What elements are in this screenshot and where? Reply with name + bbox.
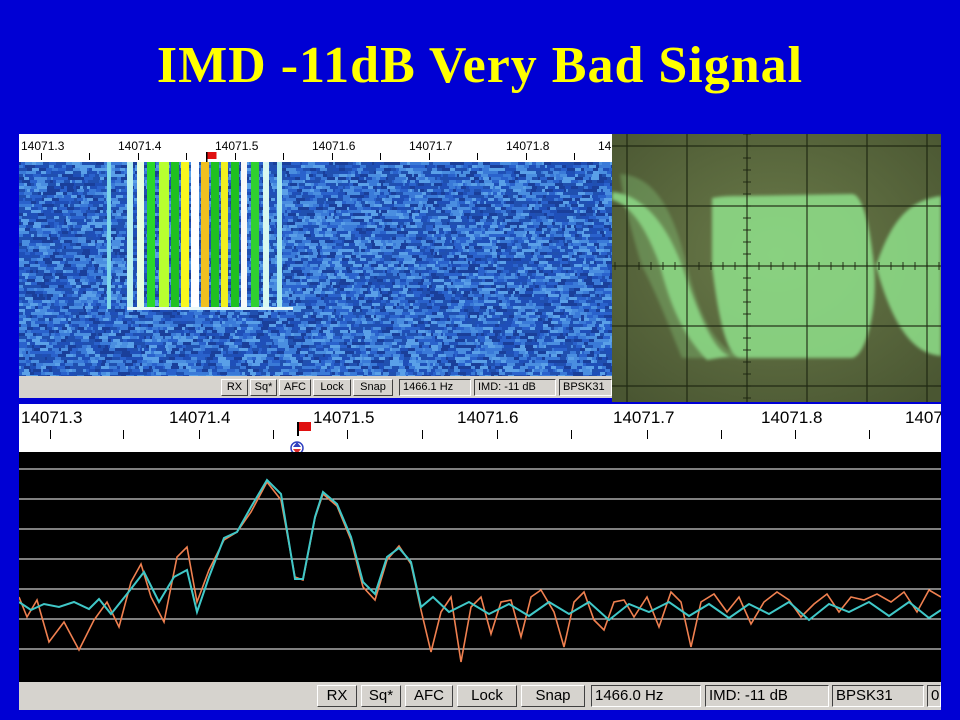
spectrum-display[interactable]	[19, 452, 941, 682]
waterfall-freq-label: 14	[598, 139, 612, 153]
spectrum-freq-label: 14071.3	[21, 408, 83, 427]
spectrum-freq-label: 14071.6	[457, 408, 519, 427]
waterfall-freq-label: 14071.3	[21, 139, 65, 153]
spectrum-frequency-ruler[interactable]: 14071.3 14071.4 14071.5 14071.6 14071.7 …	[19, 404, 941, 452]
imd-readout: IMD: -11 dB	[474, 379, 556, 396]
spectrum-frequency-readout: 1466.0 Hz	[591, 685, 701, 707]
spectrum-squelch-button[interactable]: Sq*	[361, 685, 401, 707]
waterfall-status-bar: RX Sq* AFC Lock Snap 1466.1 Hz IMD: -11 …	[19, 376, 612, 398]
oscilloscope-photo	[612, 134, 941, 402]
spectrum-freq-label: 14071.8	[761, 408, 823, 427]
slide-title: IMD -11dB Very Bad Signal	[156, 37, 804, 94]
spectrum-extra-readout: 0	[927, 685, 941, 707]
waterfall-freq-label: 14071.8	[506, 139, 550, 153]
afc-button[interactable]: AFC	[279, 379, 311, 396]
waterfall-frequency-ruler[interactable]: 14071.3 14071.4 14071.5 14071.6 14071.7 …	[19, 134, 612, 162]
squelch-button[interactable]: Sq*	[250, 379, 277, 396]
waterfall-panel[interactable]: 14071.3 14071.4 14071.5 14071.6 14071.7 …	[19, 134, 612, 398]
spectrum-freq-label: 14071.4	[169, 408, 231, 427]
spectrum-rx-button[interactable]: RX	[317, 685, 357, 707]
mode-readout[interactable]: BPSK31	[559, 379, 612, 396]
rx-button[interactable]: RX	[221, 379, 248, 396]
spectrum-panel[interactable]: 14071.3 14071.4 14071.5 14071.6 14071.7 …	[19, 404, 941, 710]
spectrum-freq-label: 14071.5	[313, 408, 375, 427]
waterfall-freq-label: 14071.7	[409, 139, 453, 153]
spectrum-afc-button[interactable]: AFC	[405, 685, 453, 707]
frequency-readout: 1466.1 Hz	[399, 379, 471, 396]
waterfall-freq-label: 14071.4	[118, 139, 162, 153]
waterfall-freq-label: 14071.6	[312, 139, 356, 153]
spectrum-lock-button[interactable]: Lock	[457, 685, 517, 707]
waterfall-display[interactable]	[19, 162, 612, 376]
oscilloscope-trace-image	[612, 134, 941, 402]
lock-button[interactable]: Lock	[313, 379, 351, 396]
spectrum-freq-label: 14071	[905, 408, 941, 427]
spectrum-imd-readout: IMD: -11 dB	[705, 685, 829, 707]
spectrum-tuning-marker-icon[interactable]	[287, 420, 317, 456]
snap-button[interactable]: Snap	[353, 379, 393, 396]
spectrum-mode-readout[interactable]: BPSK31	[832, 685, 924, 707]
spectrum-snap-button[interactable]: Snap	[521, 685, 585, 707]
spectrum-freq-label: 14071.7	[613, 408, 675, 427]
spectrum-status-bar: RX Sq* AFC Lock Snap 1466.0 Hz IMD: -11 …	[19, 682, 941, 710]
